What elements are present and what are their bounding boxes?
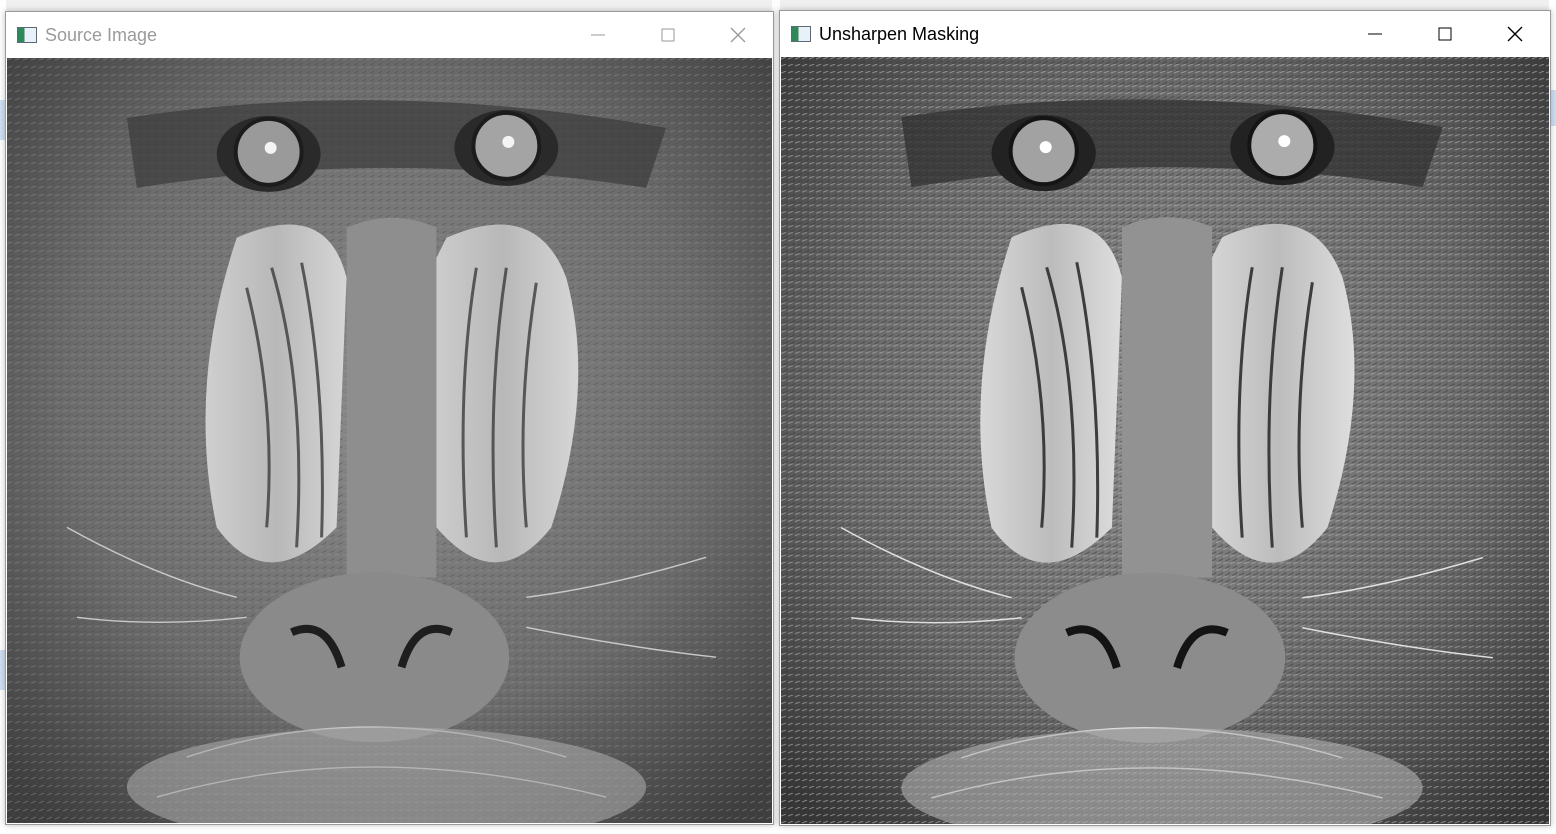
- window-controls: [1340, 11, 1550, 57]
- close-icon: [730, 27, 746, 43]
- image-canvas[interactable]: [781, 57, 1549, 824]
- opencv-window-icon: [17, 27, 37, 43]
- image-canvas[interactable]: [7, 58, 772, 823]
- window-controls: [563, 12, 773, 58]
- minimize-button[interactable]: [1340, 11, 1410, 57]
- window-title: Unsharpen Masking: [819, 23, 980, 44]
- desktop: Source Image Unsharpen Masking: [0, 0, 1556, 834]
- unsharpen-masking-window[interactable]: Unsharpen Masking: [779, 10, 1551, 826]
- baboon-image: [7, 58, 772, 823]
- maximize-button[interactable]: [1410, 11, 1480, 57]
- close-button[interactable]: [703, 12, 773, 58]
- opencv-window-icon: [791, 26, 811, 42]
- titlebar[interactable]: Unsharpen Masking: [780, 11, 1550, 57]
- titlebar[interactable]: Source Image: [6, 12, 773, 58]
- baboon-image-sharpened: [781, 57, 1549, 824]
- maximize-icon: [661, 28, 675, 42]
- close-button[interactable]: [1480, 11, 1550, 57]
- window-title: Source Image: [45, 24, 158, 45]
- maximize-icon: [1438, 27, 1452, 41]
- maximize-button[interactable]: [633, 12, 703, 58]
- close-icon: [1507, 26, 1523, 42]
- minimize-icon: [591, 34, 605, 36]
- minimize-icon: [1368, 33, 1382, 35]
- minimize-button[interactable]: [563, 12, 633, 58]
- source-image-window[interactable]: Source Image: [5, 11, 774, 825]
